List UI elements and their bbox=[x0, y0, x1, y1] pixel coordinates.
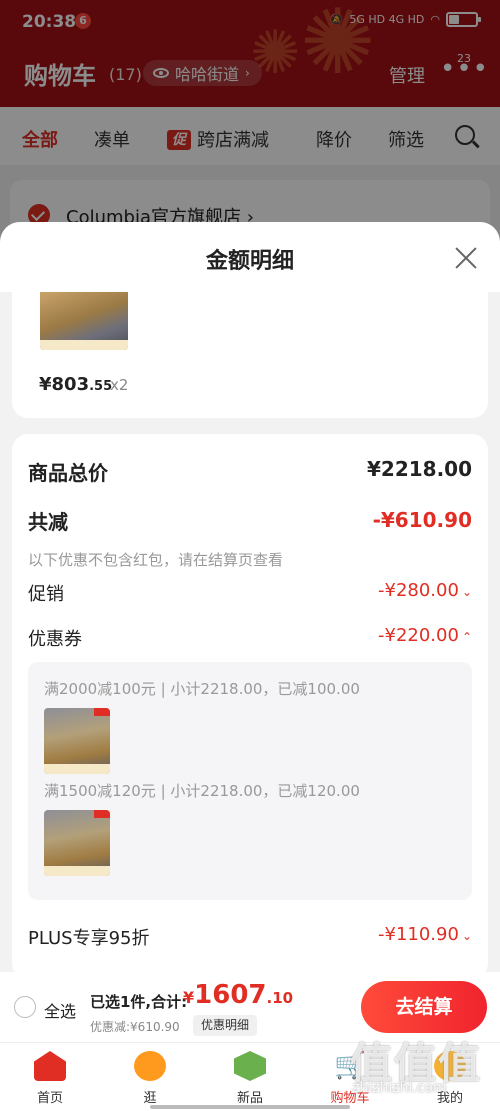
coupon-rule: 满2000减100元 | 小计2218.00，已减100.00 bbox=[44, 680, 360, 698]
chevron-down-icon: ⌄ bbox=[461, 585, 472, 599]
chevron-up-icon: ⌃ bbox=[461, 630, 472, 644]
item-price-dec: .55 bbox=[89, 379, 113, 394]
checkout-button[interactable]: 去结算 bbox=[361, 981, 487, 1033]
thumb-price-strip bbox=[40, 340, 128, 350]
select-all-label[interactable]: 全选 bbox=[44, 998, 76, 1022]
status-time: 20:38 bbox=[22, 12, 77, 32]
select-all-checkbox[interactable] bbox=[14, 996, 36, 1018]
mute-icon: 🔕 bbox=[329, 13, 344, 26]
battery-icon bbox=[446, 12, 481, 27]
address-label: 哈哈街道 bbox=[175, 65, 240, 84]
message-count-badge: 23 bbox=[457, 52, 471, 65]
thumb-corner-tag bbox=[94, 810, 110, 818]
total-currency: ¥ bbox=[183, 988, 195, 1007]
promotion-row[interactable]: -¥280.00 ⌄ bbox=[378, 580, 472, 601]
promo-badge: 促 bbox=[167, 130, 191, 150]
home-indicator bbox=[150, 1105, 350, 1109]
notification-icon: 6 bbox=[75, 13, 91, 29]
tabbar-label: 逛 bbox=[143, 1091, 157, 1106]
sheet-header: 金额明细 bbox=[0, 222, 500, 292]
promotion-label: 促销 bbox=[28, 584, 64, 605]
system-icons: 🔕 5G HD 4G HD ◠ bbox=[329, 12, 481, 27]
tabbar-browse[interactable]: 逛 bbox=[100, 1043, 200, 1111]
product-card: ¥803.55 x2 bbox=[12, 292, 488, 418]
tab-filter[interactable]: 筛选 bbox=[388, 126, 424, 152]
discount-note: 以下优惠不包含红包，请在结算页查看 bbox=[28, 551, 284, 569]
discount-detail-button[interactable]: 优惠明细 bbox=[193, 1015, 258, 1036]
thumb-corner-tag bbox=[94, 708, 110, 716]
coupon-product-image bbox=[44, 810, 110, 876]
plus-discount-value: -¥110.90 bbox=[378, 924, 459, 945]
tab-bundle[interactable]: 凑单 bbox=[94, 126, 130, 152]
tab-all[interactable]: 全部 bbox=[22, 126, 58, 152]
network-indicator: 5G HD 4G HD bbox=[349, 13, 425, 26]
item-quantity: x2 bbox=[110, 376, 129, 394]
new-arrivals-icon bbox=[234, 1051, 266, 1081]
coupon-label: 优惠券 bbox=[28, 629, 82, 650]
page-title: 购物车 bbox=[24, 62, 96, 90]
tabbar-new[interactable]: 新品 bbox=[200, 1043, 300, 1111]
wifi-icon: ◠ bbox=[430, 13, 440, 26]
plus-discount-label: PLUS专享95折 bbox=[28, 928, 150, 949]
chevron-down-icon: ⌄ bbox=[461, 929, 472, 943]
subtotal-value: ¥2218.00 bbox=[366, 457, 472, 481]
selected-summary: 已选1件,合计: bbox=[90, 993, 188, 1011]
more-icon[interactable]: ••• bbox=[440, 56, 489, 82]
tabbar-label: 新品 bbox=[236, 1091, 263, 1106]
cart-count: (17) bbox=[109, 65, 142, 84]
sheet-title: 金额明细 bbox=[205, 249, 294, 274]
coupon-product-image bbox=[44, 708, 110, 774]
browse-icon bbox=[134, 1051, 166, 1081]
total-price: ¥1607.10 bbox=[183, 980, 293, 1010]
close-icon[interactable] bbox=[454, 246, 478, 270]
total-discount-label: 共减 bbox=[28, 510, 68, 534]
tab-cross-store[interactable]: 促跨店满减 bbox=[167, 126, 269, 152]
eye-icon bbox=[153, 68, 169, 78]
total-int: 1607 bbox=[194, 980, 267, 1010]
plus-discount-row[interactable]: -¥110.90 ⌄ bbox=[378, 924, 472, 945]
thumb-price-strip bbox=[44, 764, 110, 774]
address-selector[interactable]: 哈哈街道 › bbox=[143, 60, 262, 86]
coupon-rule: 满1500减120元 | 小计2218.00，已减120.00 bbox=[44, 782, 360, 800]
status-bar: 20:38 6 🔕 5G HD 4G HD ◠ bbox=[0, 0, 500, 44]
tab-cross-store-label: 跨店满减 bbox=[197, 130, 269, 151]
price-breakdown-card: 商品总价 ¥2218.00 共减 -¥610.90 以下优惠不包含红包，请在结算… bbox=[12, 434, 488, 972]
manage-button[interactable]: 管理 bbox=[389, 62, 425, 88]
product-image bbox=[40, 292, 128, 350]
search-icon[interactable] bbox=[455, 125, 475, 145]
item-price: ¥803.55 bbox=[39, 374, 112, 395]
thumb-price-strip bbox=[44, 866, 110, 876]
promotion-value: -¥280.00 bbox=[378, 580, 459, 601]
subtotal-label: 商品总价 bbox=[28, 461, 108, 485]
coupon-row[interactable]: -¥220.00 ⌃ bbox=[378, 625, 472, 646]
coupon-value: -¥220.00 bbox=[378, 625, 459, 646]
tabbar-label: 首页 bbox=[36, 1091, 63, 1106]
discount-summary: 优惠减:¥610.90 bbox=[90, 1020, 180, 1034]
tab-price-drop[interactable]: 降价 bbox=[316, 126, 352, 152]
home-icon bbox=[34, 1051, 66, 1081]
total-dec: .10 bbox=[266, 989, 294, 1007]
watermark-url: zhizhizhi.com bbox=[352, 1080, 447, 1096]
tabbar-home[interactable]: 首页 bbox=[0, 1043, 100, 1111]
coupon-detail-box: 满2000减100元 | 小计2218.00，已减100.00 满1500减12… bbox=[28, 662, 472, 900]
cart-header: ✺ ✺ 20:38 6 🔕 5G HD 4G HD ◠ 购物车 (17) 哈哈街… bbox=[0, 0, 500, 107]
item-price-int: ¥803 bbox=[39, 374, 90, 395]
total-discount-value: -¥610.90 bbox=[372, 508, 472, 532]
amount-detail-sheet: 金额明细 ¥803.55 x2 商品总价 ¥2218.00 共减 -¥610.9… bbox=[0, 222, 500, 972]
chevron-right-icon: › bbox=[245, 66, 250, 80]
